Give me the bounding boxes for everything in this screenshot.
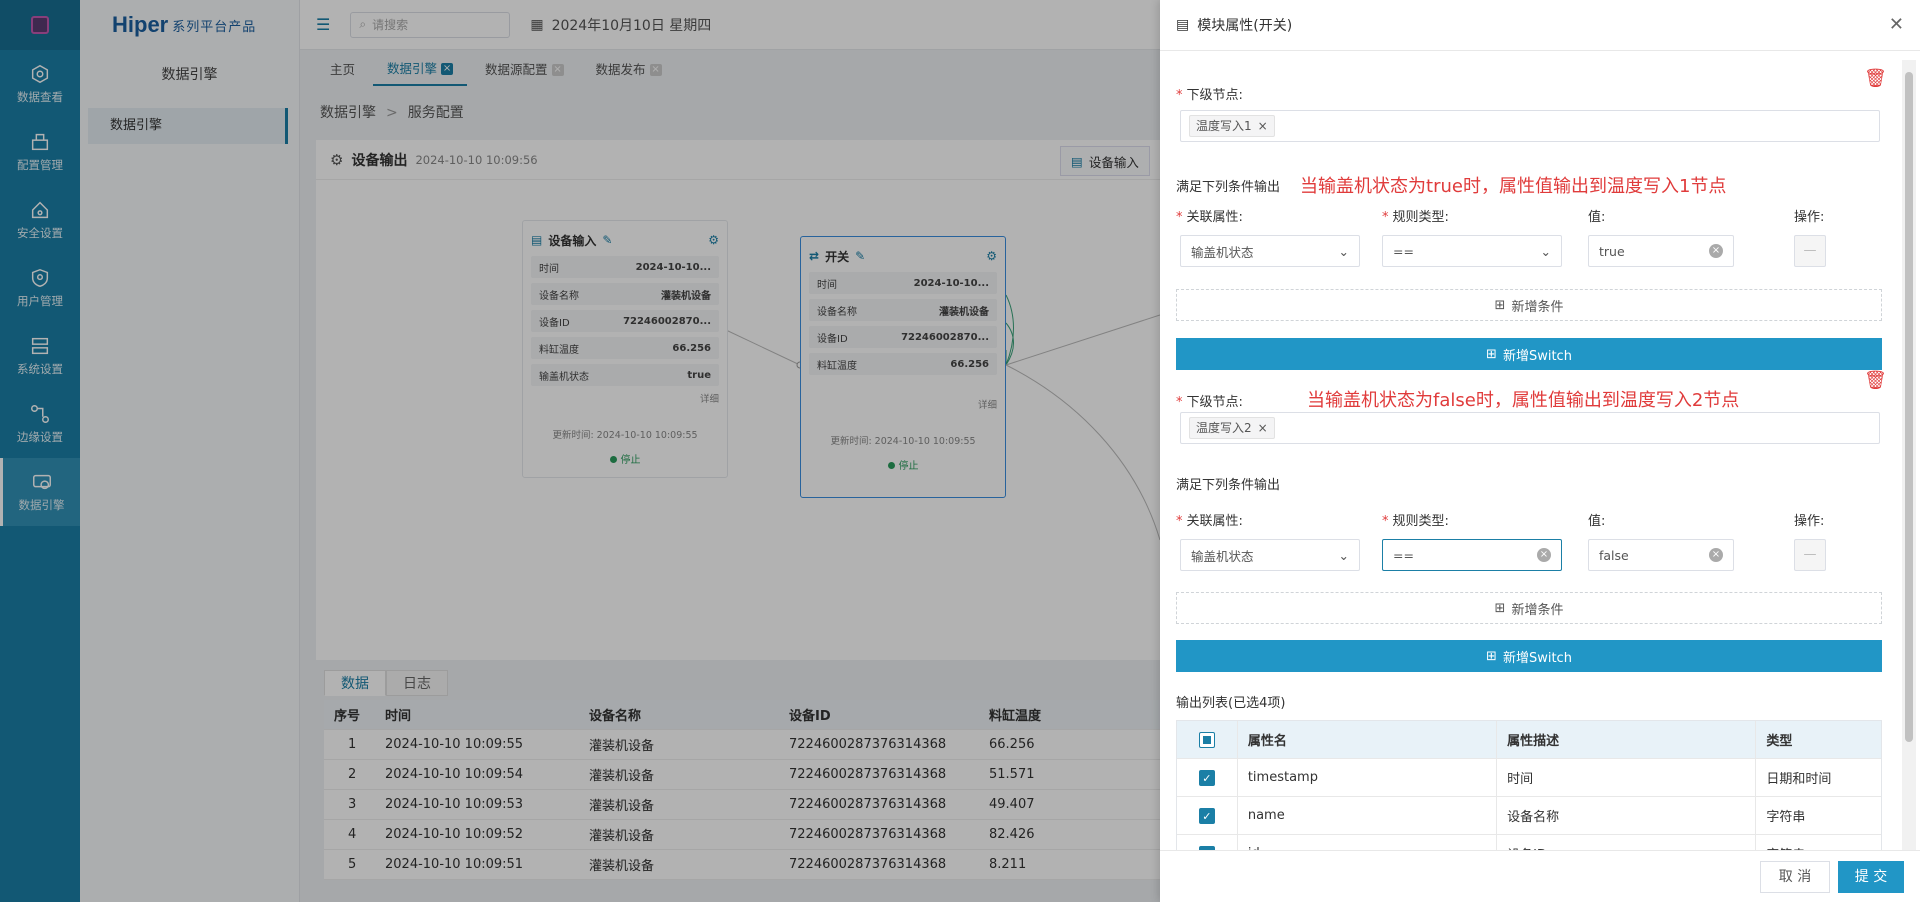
condition-title: 满足下列条件输出 当输盖机状态为true时，属性值输出到温度写入1节点 <box>1176 172 1726 198</box>
scrollbar-thumb[interactable] <box>1905 72 1913 742</box>
op-label: 操作: <box>1794 514 1825 529</box>
rule-select[interactable]: == × <box>1382 539 1562 571</box>
assoc-label: * 关联属性: <box>1176 210 1243 225</box>
delete-icon[interactable]: 🗑 <box>1864 68 1887 89</box>
module-property-drawer: ▤ 模块属性(开关) ✕ * 下级节点: 🗑 温度写入1 × 满足下列条件输出 当输盖… <box>1160 0 1920 902</box>
condition-fields: * 关联属性: 输盖机状态 ⌄ * 规则类型: == × 值: false × 操作: — <box>1176 510 1874 571</box>
table-row: ✓ timestamp 时间 日期和时间 <box>1177 759 1881 797</box>
cell: 字符串 <box>1755 797 1881 834</box>
close-icon[interactable]: ✕ <box>1889 14 1904 35</box>
modal-overlay[interactable] <box>0 0 1160 902</box>
condition-title: 满足下列条件输出 <box>1176 478 1281 493</box>
drawer-footer: 取 消 提 交 <box>1160 850 1920 902</box>
row-checkbox[interactable]: ✓ <box>1198 769 1215 786</box>
next-node-select[interactable]: 温度写入2 × <box>1180 412 1880 444</box>
assoc-select[interactable]: 输盖机状态 ⌄ <box>1180 539 1360 571</box>
submit-button[interactable]: 提 交 <box>1838 861 1904 893</box>
chevron-down-icon: ⌄ <box>1540 243 1551 259</box>
add-condition-button[interactable]: ⊞ 新增条件 <box>1176 289 1882 321</box>
add-icon: ⊞ <box>1494 297 1506 313</box>
table-header-row: 属性名 属性描述 类型 <box>1177 721 1881 759</box>
chevron-down-icon: ⌄ <box>1338 243 1349 259</box>
cell: 设备ID <box>1496 835 1755 850</box>
cell: id <box>1236 835 1496 850</box>
drawer-title: 模块属性(开关) <box>1197 18 1293 34</box>
rule-label: * 规则类型: <box>1382 210 1449 225</box>
op-label: 操作: <box>1794 210 1825 225</box>
drawer-header: ▤ 模块属性(开关) ✕ <box>1160 0 1920 51</box>
drawer-scrollbar[interactable] <box>1902 60 1916 850</box>
next-node-label: * 下级节点: 当输盖机状态为false时，属性值输出到温度写入2节点 <box>1176 390 1740 411</box>
row-checkbox[interactable]: ✓ <box>1198 807 1215 824</box>
node-tag: 温度写入2 × <box>1189 417 1275 439</box>
add-icon: ⊞ <box>1486 346 1497 362</box>
next-node-label: * 下级节点: <box>1176 88 1243 103</box>
add-switch-button[interactable]: ⊞ 新增Switch <box>1176 640 1882 672</box>
cell: timestamp <box>1236 759 1496 796</box>
add-icon: ⊞ <box>1494 600 1506 616</box>
tag-close-icon[interactable]: × <box>1258 418 1268 438</box>
assoc-select[interactable]: 输盖机状态 ⌄ <box>1180 235 1360 267</box>
remove-condition-button[interactable]: — <box>1794 235 1826 267</box>
table-row: ✓ id 设备ID 字符串 <box>1177 835 1881 850</box>
add-icon: ⊞ <box>1486 648 1497 664</box>
clear-icon[interactable]: × <box>1537 548 1551 562</box>
drawer-body: * 下级节点: 🗑 温度写入1 × 满足下列条件输出 当输盖机状态为true时，属性值… <box>1176 60 1888 850</box>
output-table: 属性名 属性描述 类型 ✓ timestamp 时间 日期和时间 ✓ name … <box>1176 720 1882 850</box>
rule-select[interactable]: == ⌄ <box>1382 235 1562 267</box>
value-input[interactable]: true × <box>1588 235 1734 267</box>
column-header: 属性描述 <box>1496 721 1755 758</box>
assoc-label: * 关联属性: <box>1176 514 1243 529</box>
annotation-text: 当输盖机状态为false时，属性值输出到温度写入2节点 <box>1307 390 1740 411</box>
output-list-title: 输出列表(已选4项) <box>1176 696 1286 711</box>
value-label: 值: <box>1588 210 1606 225</box>
tag-close-icon[interactable]: × <box>1258 116 1268 136</box>
column-header: 类型 <box>1755 721 1881 758</box>
next-node-select[interactable]: 温度写入1 × <box>1180 110 1880 142</box>
column-header: 属性名 <box>1236 721 1496 758</box>
cell: name <box>1236 797 1496 834</box>
cancel-button[interactable]: 取 消 <box>1760 861 1830 893</box>
cell: 字符串 <box>1755 835 1881 850</box>
select-all-checkbox[interactable] <box>1198 731 1215 748</box>
node-tag: 温度写入1 × <box>1189 115 1275 137</box>
cell: 设备名称 <box>1496 797 1755 834</box>
delete-icon[interactable]: 🗑 <box>1864 370 1887 391</box>
value-label: 值: <box>1588 514 1606 529</box>
condition-fields: * 关联属性: 输盖机状态 ⌄ * 规则类型: == ⌄ 值: true × 操作: — <box>1176 206 1874 267</box>
clear-icon[interactable]: × <box>1709 548 1723 562</box>
document-icon: ▤ <box>1176 17 1190 33</box>
remove-condition-button[interactable]: — <box>1794 539 1826 571</box>
chevron-down-icon: ⌄ <box>1338 547 1349 563</box>
cell: 时间 <box>1496 759 1755 796</box>
rule-label: * 规则类型: <box>1382 514 1449 529</box>
cell: 日期和时间 <box>1755 759 1881 796</box>
clear-icon[interactable]: × <box>1709 244 1723 258</box>
table-row: ✓ name 设备名称 字符串 <box>1177 797 1881 835</box>
value-input[interactable]: false × <box>1588 539 1734 571</box>
add-condition-button[interactable]: ⊞ 新增条件 <box>1176 592 1882 624</box>
annotation-text: 当输盖机状态为true时，属性值输出到温度写入1节点 <box>1300 176 1727 197</box>
add-switch-button[interactable]: ⊞ 新增Switch <box>1176 338 1882 370</box>
